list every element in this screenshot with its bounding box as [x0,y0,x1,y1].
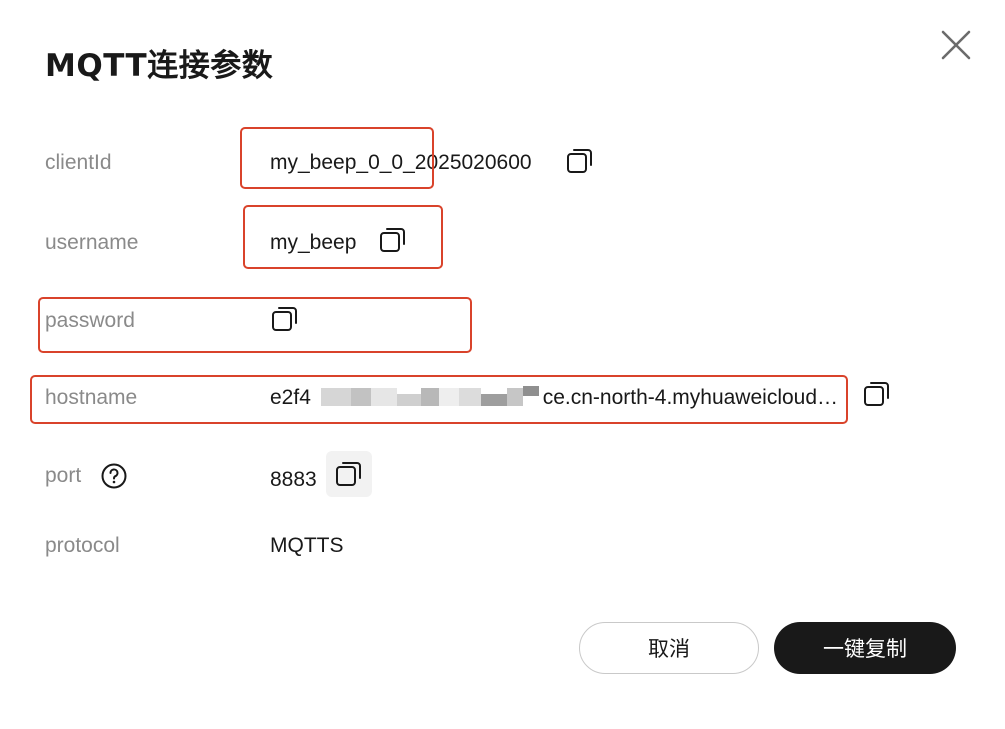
copy-clientid-icon[interactable] [565,146,595,176]
password-label: password [45,309,135,332]
clientid-label: clientId [45,151,112,174]
copy-username-icon[interactable] [378,225,408,255]
port-value: 8883 [270,468,317,491]
clientid-value: my_beep_0_0_2025020600 [270,151,532,174]
close-icon[interactable] [939,28,973,62]
copy-password-icon[interactable] [270,304,300,334]
username-label: username [45,231,139,254]
copy-hostname-icon[interactable] [862,379,892,409]
protocol-label: protocol [45,534,120,557]
protocol-row: protocol MQTTS [0,533,1005,573]
mqtt-connection-dialog: MQTT连接参数 clientId my_beep_0_0_2025020600… [0,0,1005,729]
username-value: my_beep [270,231,357,254]
cancel-button[interactable]: 取消 [579,622,759,674]
hostname-label: hostname [45,386,138,409]
hostname-value: e2f4 ce.cn-north-4.myhuaweicloud… [270,385,850,411]
hostname-row: hostname e2f4 ce.cn-north-4.myhuaweiclou… [0,382,1005,425]
clientid-row: clientId my_beep_0_0_2025020600 [0,149,1005,190]
hostname-redacted-mask [320,386,539,408]
port-label: port [45,464,82,487]
copy-all-button[interactable]: 一键复制 [774,622,956,674]
question-circle-icon[interactable] [101,463,127,489]
copy-port-icon[interactable] [326,451,372,497]
hostname-value-end: ce.cn-north-4.myhuaweicloud… [542,386,839,409]
protocol-value: MQTTS [270,534,344,557]
username-row: username my_beep [0,228,1005,270]
hostname-value-start: e2f4 [270,386,311,409]
password-row: password [0,307,1005,348]
dialog-title: MQTT连接参数 [45,48,274,84]
port-row: port 8883 [0,451,1005,503]
